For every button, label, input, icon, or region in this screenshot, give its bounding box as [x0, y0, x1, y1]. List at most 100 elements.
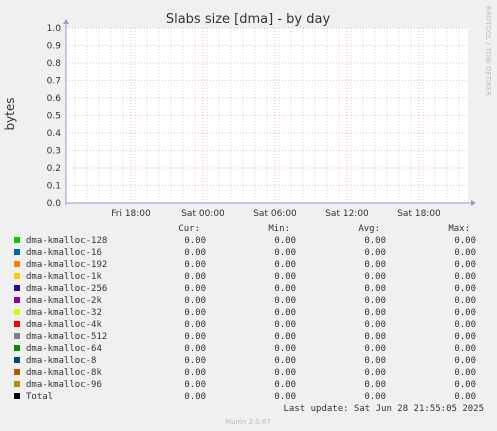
y-axis-arrow	[63, 19, 69, 24]
y-tick-label: 0.1	[47, 182, 61, 192]
y-tick-labels: 0.0 0.1 0.2 0.3 0.4 0.5 0.6 0.7 0.8 0.9 1.0	[47, 24, 62, 209]
y-axis-label: bytes	[3, 97, 17, 130]
legend-min-value: 0.00	[274, 344, 296, 354]
legend-header-avg: Avg:	[358, 224, 380, 234]
y-tick-label: 0.6	[47, 94, 62, 104]
y-tick-label: 1.0	[47, 24, 62, 34]
legend-series-name: dma-kmalloc-128	[26, 236, 107, 246]
legend-max-value: 0.00	[454, 320, 476, 330]
legend-series-name: dma-kmalloc-64	[26, 344, 102, 354]
x-tick-label: Sat 12:00	[325, 209, 369, 219]
legend-cur-value: 0.00	[184, 296, 206, 306]
legend: dma-kmalloc-128 0.00 0.00 0.00 0.00 dma-kmall…	[14, 236, 476, 402]
legend-series-name: Total	[26, 392, 53, 402]
legend-avg-value: 0.00	[364, 296, 386, 306]
legend-series-name: dma-kmalloc-32	[26, 308, 102, 318]
legend-header-min: Min:	[268, 224, 290, 234]
legend-max-value: 0.00	[454, 284, 476, 294]
legend-series-name: dma-kmalloc-4k	[26, 320, 102, 330]
x-tick-label: Sat 18:00	[397, 209, 441, 219]
y-tick-label: 0.8	[47, 59, 62, 69]
legend-min-value: 0.00	[274, 380, 296, 390]
x-tick-label: Sat 06:00	[253, 209, 297, 219]
legend-max-value: 0.00	[454, 260, 476, 270]
x-tick-labels: Fri 18:00 Sat 00:00 Sat 06:00 Sat 12:00 Sat …	[111, 209, 441, 219]
legend-swatch	[14, 297, 20, 303]
legend-cur-value: 0.00	[184, 356, 206, 366]
legend-series-name: dma-kmalloc-2k	[26, 296, 102, 306]
legend-avg-value: 0.00	[364, 368, 386, 378]
legend-avg-value: 0.00	[364, 248, 386, 258]
legend-cur-value: 0.00	[184, 320, 206, 330]
legend-swatch	[14, 261, 20, 267]
legend-cur-value: 0.00	[184, 284, 206, 294]
legend-cur-value: 0.00	[184, 272, 206, 282]
chart-title: Slabs size [dma] - by day	[166, 12, 331, 27]
legend-header-cur: Cur:	[178, 224, 200, 234]
legend-max-value: 0.00	[454, 308, 476, 318]
munin-version: Munin 2.0.67	[225, 418, 271, 426]
legend-avg-value: 0.00	[364, 344, 386, 354]
legend-swatch	[14, 357, 20, 363]
y-tick-label: 0.7	[47, 77, 61, 87]
x-tick-label: Fri 18:00	[111, 209, 151, 219]
legend-max-value: 0.00	[454, 356, 476, 366]
legend-swatch	[14, 237, 20, 243]
legend-max-value: 0.00	[454, 248, 476, 258]
legend-min-value: 0.00	[274, 320, 296, 330]
legend-series-name: dma-kmalloc-256	[26, 284, 107, 294]
legend-avg-value: 0.00	[364, 284, 386, 294]
legend-swatch	[14, 321, 20, 327]
legend-min-value: 0.00	[274, 248, 296, 258]
y-tick-label: 0.4	[47, 129, 62, 139]
legend-min-value: 0.00	[274, 260, 296, 270]
legend-swatch	[14, 309, 20, 315]
legend-max-value: 0.00	[454, 236, 476, 246]
legend-max-value: 0.00	[454, 332, 476, 342]
legend-cur-value: 0.00	[184, 344, 206, 354]
legend-cur-value: 0.00	[184, 380, 206, 390]
legend-swatch	[14, 393, 20, 399]
legend-max-value: 0.00	[454, 368, 476, 378]
legend-min-value: 0.00	[274, 236, 296, 246]
legend-cur-value: 0.00	[184, 392, 206, 402]
legend-min-value: 0.00	[274, 368, 296, 378]
legend-max-value: 0.00	[454, 296, 476, 306]
legend-avg-value: 0.00	[364, 236, 386, 246]
x-axis-arrow	[471, 200, 476, 206]
legend-min-value: 0.00	[274, 332, 296, 342]
y-tick-label: 0.5	[47, 112, 61, 122]
legend-swatch	[14, 285, 20, 291]
legend-header: Cur: Min: Avg: Max:	[178, 224, 470, 234]
y-tick-label: 0.0	[47, 199, 62, 209]
munin-graph: Slabs size [dma] - by day RRDTOOL / TOBI…	[3, 6, 492, 426]
legend-avg-value: 0.00	[364, 392, 386, 402]
legend-cur-value: 0.00	[184, 260, 206, 270]
legend-swatch	[14, 345, 20, 351]
legend-cur-value: 0.00	[184, 248, 206, 258]
legend-min-value: 0.00	[274, 308, 296, 318]
legend-max-value: 0.00	[454, 344, 476, 354]
legend-cur-value: 0.00	[184, 236, 206, 246]
legend-avg-value: 0.00	[364, 380, 386, 390]
legend-min-value: 0.00	[274, 296, 296, 306]
legend-cur-value: 0.00	[184, 332, 206, 342]
legend-swatch	[14, 249, 20, 255]
legend-swatch	[14, 369, 20, 375]
legend-max-value: 0.00	[454, 380, 476, 390]
legend-max-value: 0.00	[454, 272, 476, 282]
legend-avg-value: 0.00	[364, 356, 386, 366]
legend-max-value: 0.00	[454, 392, 476, 402]
last-update: Last update: Sat Jun 28 21:55:05 2025	[284, 404, 484, 414]
legend-series-name: dma-kmalloc-8	[26, 356, 96, 366]
watermark: RRDTOOL / TOBI OETIKER	[484, 6, 492, 96]
legend-series-name: dma-kmalloc-192	[26, 260, 107, 270]
y-tick-label: 0.9	[47, 42, 62, 52]
legend-series-name: dma-kmalloc-16	[26, 248, 102, 258]
legend-swatch	[14, 381, 20, 387]
legend-cur-value: 0.00	[184, 368, 206, 378]
legend-avg-value: 0.00	[364, 332, 386, 342]
legend-series-name: dma-kmalloc-8k	[26, 368, 102, 378]
legend-cur-value: 0.00	[184, 308, 206, 318]
legend-min-value: 0.00	[274, 392, 296, 402]
